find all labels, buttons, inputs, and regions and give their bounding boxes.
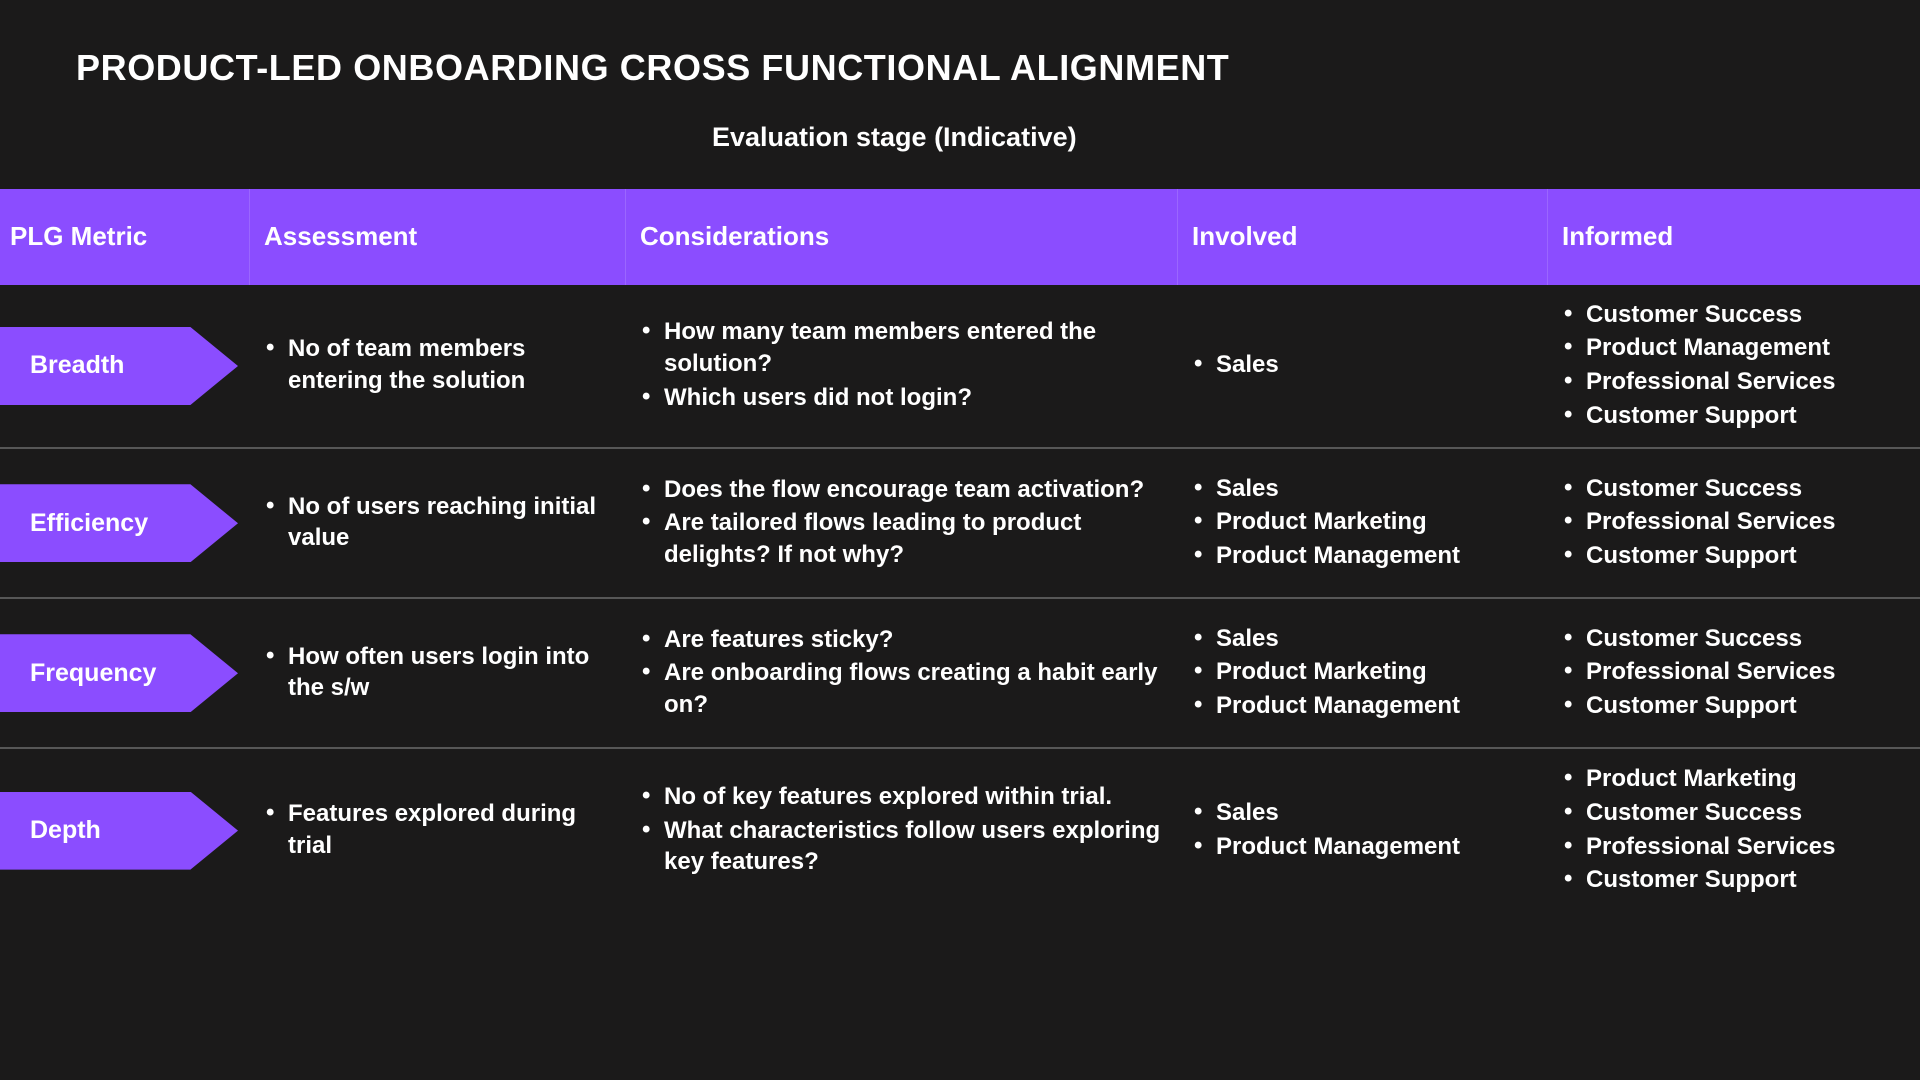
informed-cell: Customer SuccessProduct ManagementProfes… — [1548, 285, 1920, 448]
list-item: Product Marketing — [1190, 505, 1538, 538]
informed-cell: Customer SuccessProfessional ServicesCus… — [1548, 599, 1920, 747]
metric-cell: Breadth — [0, 285, 250, 448]
bullet-list: No of key features explored within trial… — [638, 780, 1168, 880]
metric-cell: Efficiency — [0, 449, 250, 597]
considerations-cell: Does the flow encourage team activation?… — [626, 449, 1178, 597]
list-item: Are tailored flows leading to product de… — [638, 506, 1168, 570]
assessment-cell: How often users login into the s/w — [250, 599, 626, 747]
considerations-cell: Are features sticky?Are onboarding flows… — [626, 599, 1178, 747]
list-item: Professional Services — [1560, 365, 1910, 398]
list-item: Which users did not login? — [638, 381, 1168, 414]
list-item: How many team members entered the soluti… — [638, 315, 1168, 379]
table-row: Frequency How often users login into the … — [0, 599, 1920, 750]
list-item: Customer Success — [1560, 472, 1910, 505]
list-item: How often users login into the s/w — [262, 640, 616, 704]
bottom-spacer — [0, 912, 1920, 1080]
metric-chevron-badge[interactable]: Frequency — [0, 634, 238, 713]
bullet-list: Product MarketingCustomer SuccessProfess… — [1560, 762, 1910, 898]
bullet-list: How often users login into the s/w — [262, 640, 616, 706]
list-item: Product Management — [1190, 689, 1538, 722]
column-header-plg-metric: PLG Metric — [0, 188, 250, 285]
list-item: Are features sticky? — [638, 623, 1168, 656]
bullet-list: How many team members entered the soluti… — [638, 315, 1168, 415]
list-item: Customer Support — [1560, 399, 1910, 432]
title-block: PRODUCT-LED ONBOARDING CROSS FUNCTIONAL … — [0, 0, 1920, 88]
alignment-table: PLG Metric Assessment Considerations Inv… — [0, 188, 1920, 912]
metric-chevron-badge[interactable]: Efficiency — [0, 484, 238, 563]
assessment-cell: Features explored during trial — [250, 749, 626, 912]
column-header-involved: Involved — [1178, 188, 1548, 285]
metric-chevron-badge[interactable]: Breadth — [0, 326, 238, 405]
subtitle-block: Evaluation stage (Indicative) — [0, 122, 1920, 153]
informed-cell: Product MarketingCustomer SuccessProfess… — [1548, 749, 1920, 912]
considerations-cell: No of key features explored within trial… — [626, 749, 1178, 912]
column-header-assessment: Assessment — [250, 188, 626, 285]
bullet-list: Customer SuccessProfessional ServicesCus… — [1560, 622, 1910, 724]
bullet-list: Features explored during trial — [262, 797, 616, 863]
list-item: Features explored during trial — [262, 797, 616, 861]
list-item: Sales — [1190, 622, 1538, 655]
list-item: No of users reaching initial value — [262, 490, 616, 554]
list-item: Customer Support — [1560, 689, 1910, 722]
list-item: Product Management — [1190, 830, 1538, 863]
slide-root: PRODUCT-LED ONBOARDING CROSS FUNCTIONAL … — [0, 0, 1920, 1080]
metric-chevron-badge[interactable]: Depth — [0, 791, 238, 870]
bullet-list: Customer SuccessProduct ManagementProfes… — [1560, 298, 1910, 434]
list-item: No of team members entering the solution — [262, 332, 616, 396]
list-item: Customer Support — [1560, 539, 1910, 572]
list-item: Does the flow encourage team activation? — [638, 473, 1168, 506]
assessment-cell: No of team members entering the solution — [250, 285, 626, 448]
table-body: Breadth No of team members entering the s… — [0, 284, 1920, 912]
list-item: Customer Success — [1560, 796, 1910, 829]
list-item: Professional Services — [1560, 505, 1910, 538]
considerations-cell: How many team members entered the soluti… — [626, 285, 1178, 448]
table-header-row: PLG Metric Assessment Considerations Inv… — [0, 188, 1920, 285]
list-item: Product Management — [1560, 331, 1910, 364]
bullet-list: No of team members entering the solution — [262, 332, 616, 398]
bullet-list: Sales — [1190, 348, 1538, 383]
list-item: Professional Services — [1560, 830, 1910, 863]
involved-cell: SalesProduct MarketingProduct Management — [1178, 599, 1548, 747]
bullet-list: SalesProduct Management — [1190, 796, 1538, 864]
column-header-considerations: Considerations — [626, 188, 1178, 285]
involved-cell: Sales — [1178, 285, 1548, 448]
list-item: Customer Success — [1560, 622, 1910, 655]
metric-cell: Frequency — [0, 599, 250, 747]
table-row: Efficiency No of users reaching initial v… — [0, 449, 1920, 600]
list-item: Professional Services — [1560, 655, 1910, 688]
page-subtitle: Evaluation stage (Indicative) — [712, 121, 1077, 152]
bullet-list: Are features sticky?Are onboarding flows… — [638, 623, 1168, 723]
list-item: Sales — [1190, 796, 1538, 829]
bullet-list: Customer SuccessProfessional ServicesCus… — [1560, 472, 1910, 574]
table-row: Breadth No of team members entering the s… — [0, 284, 1920, 450]
bullet-list: No of users reaching initial value — [262, 490, 616, 556]
column-header-informed: Informed — [1562, 221, 1674, 252]
list-item: What characteristics follow users explor… — [638, 814, 1168, 878]
table-row: Depth Features explored during trial No of… — [0, 749, 1920, 912]
bullet-list: Does the flow encourage team activation?… — [638, 473, 1168, 573]
bullet-list: SalesProduct MarketingProduct Management — [1190, 472, 1538, 574]
list-item: Are onboarding flows creating a habit ea… — [638, 656, 1168, 720]
involved-cell: SalesProduct Management — [1178, 749, 1548, 912]
bullet-list: SalesProduct MarketingProduct Management — [1190, 622, 1538, 724]
list-item: No of key features explored within trial… — [638, 780, 1168, 813]
list-item: Customer Support — [1560, 863, 1910, 896]
list-item: Customer Success — [1560, 298, 1910, 331]
informed-cell: Customer SuccessProfessional ServicesCus… — [1548, 449, 1920, 597]
page-title: PRODUCT-LED ONBOARDING CROSS FUNCTIONAL … — [76, 47, 1230, 88]
involved-cell: SalesProduct MarketingProduct Management — [1178, 449, 1548, 597]
list-item: Sales — [1190, 472, 1538, 505]
metric-cell: Depth — [0, 749, 250, 912]
assessment-cell: No of users reaching initial value — [250, 449, 626, 597]
list-item: Product Marketing — [1190, 655, 1538, 688]
list-item: Sales — [1190, 348, 1538, 381]
list-item: Product Management — [1190, 539, 1538, 572]
list-item: Product Marketing — [1560, 762, 1910, 795]
